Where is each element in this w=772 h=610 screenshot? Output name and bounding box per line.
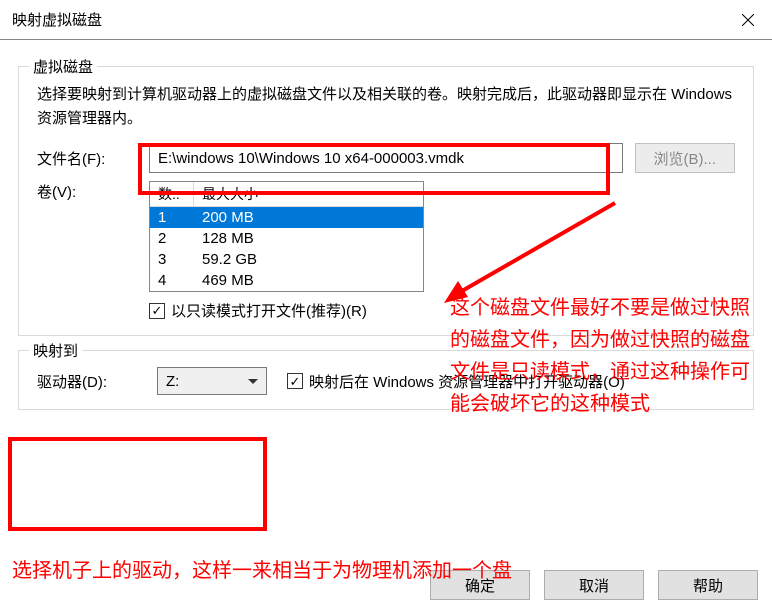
close-icon <box>742 14 754 26</box>
drive-value: Z: <box>166 373 179 390</box>
cell-num: 1 <box>150 208 194 227</box>
browse-button[interactable]: 浏览(B)... <box>635 143 736 173</box>
list-row[interactable]: 4 469 MB <box>150 270 423 291</box>
help-button[interactable]: 帮助 <box>658 570 758 600</box>
list-row[interactable]: 1 200 MB <box>150 207 423 228</box>
cell-num: 3 <box>150 250 194 269</box>
open-explorer-checkbox[interactable] <box>287 373 303 389</box>
readonly-label: 以只读模式打开文件(推荐)(R) <box>171 300 367 321</box>
chevron-down-icon <box>248 379 258 384</box>
close-button[interactable] <box>724 0 772 40</box>
drive-select[interactable]: Z: <box>157 367 267 395</box>
virtual-disk-group: 虚拟磁盘 选择要映射到计算机驱动器上的虚拟磁盘文件以及相关联的卷。映射完成后，此… <box>18 66 754 336</box>
ok-button[interactable]: 确定 <box>430 570 530 600</box>
volume-list[interactable]: 数.. 最大大小 1 200 MB 2 128 MB 3 59.2 GB 4 <box>149 181 424 292</box>
list-row[interactable]: 2 128 MB <box>150 228 423 249</box>
group-title-disk: 虚拟磁盘 <box>29 56 97 77</box>
col-num[interactable]: 数.. <box>150 182 194 206</box>
cell-size: 200 MB <box>194 208 423 227</box>
list-row[interactable]: 3 59.2 GB <box>150 249 423 270</box>
group-title-map: 映射到 <box>29 340 82 361</box>
file-label: 文件名(F): <box>37 148 137 169</box>
list-header: 数.. 最大大小 <box>150 182 423 207</box>
annotation-box-map <box>8 437 267 531</box>
window-title: 映射虚拟磁盘 <box>12 9 102 30</box>
cell-size: 128 MB <box>194 229 423 248</box>
cell-size: 469 MB <box>194 271 423 290</box>
title-bar: 映射虚拟磁盘 <box>0 0 772 40</box>
cell-size: 59.2 GB <box>194 250 423 269</box>
open-explorer-label: 映射后在 Windows 资源管理器中打开驱动器(O) <box>309 371 625 392</box>
map-to-group: 映射到 驱动器(D): Z: 映射后在 Windows 资源管理器中打开驱动器(… <box>18 350 754 410</box>
cancel-button[interactable]: 取消 <box>544 570 644 600</box>
drive-label: 驱动器(D): <box>37 371 137 392</box>
cell-num: 2 <box>150 229 194 248</box>
volume-label: 卷(V): <box>37 181 137 202</box>
description-text: 选择要映射到计算机驱动器上的虚拟磁盘文件以及相关联的卷。映射完成后，此驱动器即显… <box>37 83 735 131</box>
cell-num: 4 <box>150 271 194 290</box>
file-input[interactable] <box>149 143 623 173</box>
col-size[interactable]: 最大大小 <box>194 182 423 206</box>
readonly-checkbox[interactable] <box>149 303 165 319</box>
